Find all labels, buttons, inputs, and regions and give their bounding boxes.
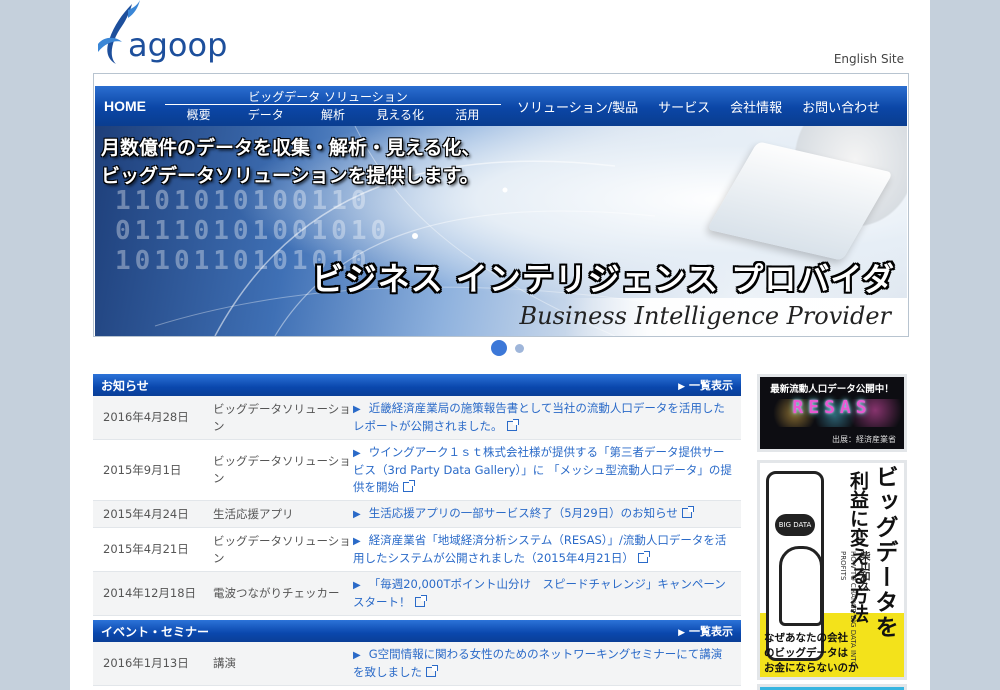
sidebar-banner-3[interactable]	[757, 684, 907, 690]
external-link-icon	[403, 480, 415, 492]
book-author: 柴山和久	[858, 551, 869, 591]
hero-tagline-en: Business Intelligence Provider	[519, 302, 891, 330]
news-link[interactable]: 近畿経済産業局の施策報告書として当社の流動人口データを活用したレポートが公開され…	[353, 401, 725, 433]
news-date: 2014年12月18日	[93, 571, 213, 616]
resas-logo: RESAS	[792, 397, 872, 418]
page: agoop English Site HOME ビッグデータ ソリューション 概…	[70, 0, 930, 690]
book-title-main: ビッグデータを	[871, 465, 897, 640]
table-row: 2016年1月13日 講演 ▶ G空間情報に関わる女性のためのネットワーキングセミ…	[93, 642, 741, 686]
book-tagline-line: のビッグデータは	[764, 647, 848, 659]
event-category: 講演	[213, 642, 353, 686]
events-table: 2016年1月13日 講演 ▶ G空間情報に関わる女性のためのネットワーキングセミ…	[93, 642, 741, 686]
global-nav: HOME ビッグデータ ソリューション 概要 データ 解析 見える化 活用 ソリ…	[95, 86, 907, 126]
triangle-right-icon: ▶	[678, 382, 685, 392]
triangle-right-icon: ▶	[678, 628, 685, 638]
events-header: イベント・セミナー ▶ 一覧表示	[93, 620, 741, 642]
news-more-link[interactable]: ▶ 一覧表示	[678, 377, 733, 393]
resas-banner[interactable]: 最新流動人口データ公開中！ RESAS 出展：経済産業省	[757, 374, 907, 452]
nav-solutions[interactable]: ソリューション/製品	[507, 86, 648, 126]
news-date: 2015年4月21日	[93, 527, 213, 572]
hero-tagline-jp: ビジネス インテリジェンス プロバイダ	[311, 260, 895, 298]
event-link[interactable]: G空間情報に関わる女性のためのネットワーキングセミナーにて講演を致しました	[353, 647, 722, 679]
book-banner[interactable]: BIG DATA ビッグデータを 利益に変える方法 HOW TO CHANGE …	[757, 460, 907, 680]
news-title: お知らせ	[101, 378, 149, 393]
news-category: 生活応援アプリ	[213, 500, 353, 528]
external-link-icon	[506, 419, 519, 431]
nav-company[interactable]: 会社情報	[720, 86, 792, 126]
nav-sub-visualization[interactable]: 見える化	[367, 106, 434, 123]
nav-sub-utilization[interactable]: 活用	[434, 106, 501, 123]
logo-text: agoop	[128, 26, 228, 64]
nav-bigdata-title[interactable]: ビッグデータ ソリューション	[155, 88, 501, 105]
events-title: イベント・セミナー	[101, 624, 210, 639]
nav-services[interactable]: サービス	[648, 86, 720, 126]
book-tagline-line: お金にならないのか	[764, 662, 859, 674]
nav-contact[interactable]: お問い合わせ	[792, 86, 890, 126]
hero-copy-line1: 月数億件のデータを収集・解析・見える化、	[101, 137, 481, 159]
nav-sub-overview[interactable]: 概要	[165, 106, 232, 123]
news-category: 電波つながりチェッカー	[213, 571, 353, 616]
nav-sub-data[interactable]: データ	[232, 106, 299, 123]
hero-frame: HOME ビッグデータ ソリューション 概要 データ 解析 見える化 活用 ソリ…	[93, 73, 909, 337]
events-more-link[interactable]: ▶ 一覧表示	[678, 623, 733, 639]
external-link-icon	[681, 506, 694, 518]
resas-source: 出展：経済産業省	[832, 435, 896, 444]
news-date: 2015年9月1日	[93, 439, 213, 501]
arrow-right-icon: ▶	[353, 580, 361, 591]
hero-slide[interactable]: 1101010100110 01110101001010 10101101010…	[95, 126, 907, 336]
arrow-right-icon: ▶	[353, 536, 361, 547]
nav-bigdata-group: ビッグデータ ソリューション 概要 データ 解析 見える化 活用	[155, 86, 501, 126]
event-date: 2016年1月13日	[93, 642, 213, 686]
news-section: お知らせ ▶ 一覧表示 2016年4月28日 ビッグデータソリューション ▶ 近畿経…	[93, 374, 741, 616]
english-site-link[interactable]: English Site	[834, 52, 904, 66]
table-row: 2015年9月1日 ビッグデータソリューション ▶ ウイングアーク１ｓｔ株式会社様…	[93, 439, 741, 501]
book-hand-illustration	[779, 546, 823, 626]
news-date: 2015年4月24日	[93, 500, 213, 528]
news-category: ビッグデータソリューション	[213, 396, 353, 440]
news-link[interactable]: 「毎週20,000Tポイント山分け スピードチャレンジ」キャンペーンスタート！	[353, 577, 726, 609]
news-category: ビッグデータソリューション	[213, 439, 353, 501]
book-tagline-line: なぜあなたの会社	[764, 632, 848, 644]
external-link-icon	[637, 551, 650, 563]
agoop-logo[interactable]: agoop	[94, 0, 234, 70]
news-date: 2016年4月28日	[93, 396, 213, 440]
table-row: 2016年4月28日 ビッグデータソリューション ▶ 近畿経済産業局の施策報告書と…	[93, 396, 741, 440]
slider-dot-1[interactable]	[491, 340, 507, 356]
news-link[interactable]: 生活応援アプリの一部サービス終了（5月29日）のお知らせ	[369, 506, 678, 520]
table-row: 2014年12月18日 電波つながりチェッカー ▶ 「毎週20,000Tポイント山…	[93, 571, 741, 616]
news-table: 2016年4月28日 ビッグデータソリューション ▶ 近畿経済産業局の施策報告書と…	[93, 396, 741, 616]
news-header: お知らせ ▶ 一覧表示	[93, 374, 741, 396]
news-link[interactable]: 経済産業省「地域経済分析システム（RESAS）」/流動人口データを活用したシステ…	[353, 533, 726, 565]
external-link-icon	[426, 665, 438, 677]
table-row: 2015年4月21日 ビッグデータソリューション ▶ 経済産業省「地域経済分析シス…	[93, 527, 741, 572]
arrow-right-icon: ▶	[353, 448, 361, 459]
table-row: 2015年4月24日 生活応援アプリ ▶ 生活応援アプリの一部サービス終了（5月2…	[93, 500, 741, 528]
book-tagline: なぜあなたの会社 のビッグデータは お金にならないのか	[764, 631, 859, 676]
hero-copy: 月数億件のデータを収集・解析・見える化、 ビッグデータソリューションを提供します…	[101, 134, 480, 190]
resas-banner-title: 最新流動人口データ公開中！	[770, 384, 894, 395]
nav-sub-analysis[interactable]: 解析	[299, 106, 366, 123]
arrow-right-icon: ▶	[353, 509, 361, 520]
slider-dots	[491, 340, 524, 356]
book-bigdata-badge: BIG DATA	[775, 514, 815, 536]
arrow-right-icon: ▶	[353, 404, 361, 415]
hero-copy-line2: ビッグデータソリューションを提供します。	[101, 165, 479, 187]
nav-divider	[165, 104, 501, 105]
events-section: イベント・セミナー ▶ 一覧表示 2016年1月13日 講演 ▶ G空間情報に関わる…	[93, 620, 741, 686]
slider-dot-2[interactable]	[515, 343, 524, 353]
external-link-icon	[414, 595, 427, 607]
arrow-right-icon: ▶	[353, 650, 361, 661]
nav-home[interactable]: HOME	[95, 86, 155, 126]
news-category: ビッグデータソリューション	[213, 527, 353, 572]
